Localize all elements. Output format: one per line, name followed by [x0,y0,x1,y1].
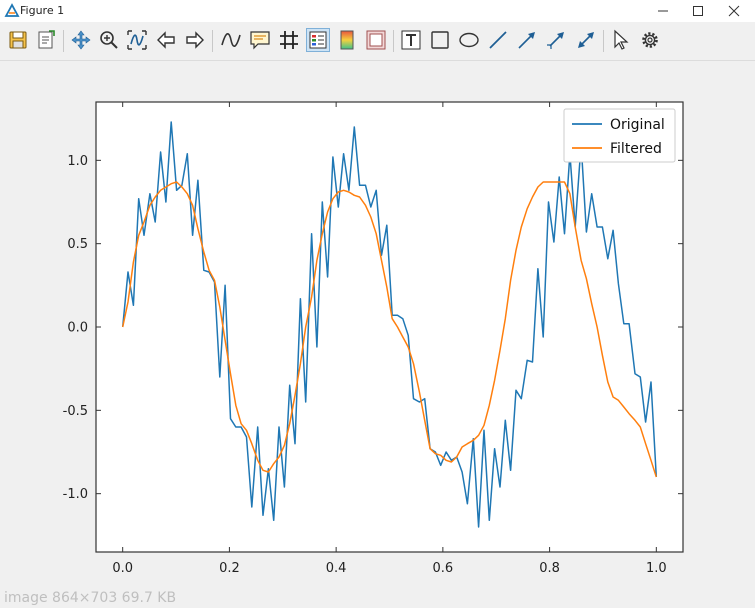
curve-style-icon [221,33,241,47]
arrow-tail-button[interactable] [544,28,568,52]
colormap-icon [340,30,354,50]
y-tick-label: -1.0 [63,487,88,502]
rectangle-button[interactable] [428,28,452,52]
line-chart[interactable]: 0.0 0.2 0.4 0.6 0.8 1.0 -1.0 -0.5 0.0 0.5 1.0 Origi… [0,61,755,608]
legend-label: Original [610,117,665,133]
x-tick-label: 0.6 [433,561,454,576]
x-tick-label: 0.8 [539,561,560,576]
y-tick-label: 1.0 [67,154,88,169]
text-icon [401,30,421,50]
x-tick-label: 1.0 [646,561,667,576]
arrow-icon [518,32,535,49]
settings-icon [642,32,658,48]
zoom-button[interactable] [97,28,121,52]
select-icon [614,29,629,50]
autoscale-icon [127,30,147,50]
arrow-tail-icon [547,32,564,49]
minimize-button[interactable] [646,0,680,22]
forward-icon [186,31,204,49]
line-button[interactable] [486,28,510,52]
pan-button[interactable] [69,28,93,52]
back-button[interactable] [154,28,178,52]
minimize-icon [658,10,668,12]
grid-button[interactable] [277,28,301,52]
maximize-button[interactable] [681,0,715,22]
close-icon [728,5,740,17]
toolbar [0,22,755,61]
double-arrow-icon [578,32,594,48]
frame-button[interactable] [364,28,388,52]
x-tick-label: 0.2 [219,561,240,576]
toolbar-separator [63,30,64,52]
zoom-icon [100,31,118,49]
save-button[interactable] [6,28,30,52]
toolbar-separator [603,30,604,52]
settings-button[interactable] [638,28,662,52]
export-button[interactable] [34,28,58,52]
y-tick-label: 0.5 [67,237,88,252]
export-icon [38,30,55,49]
annotate-icon [250,31,270,50]
save-icon [9,31,27,49]
pan-icon [71,30,91,50]
window-title: Figure 1 [20,4,65,17]
matplotlib-icon [4,3,20,17]
y-tick-label: -0.5 [63,404,88,419]
status-text: image 864×703 69.7 KB [4,590,177,606]
ellipse-icon [459,32,479,48]
title-bar: Figure 1 [0,0,755,22]
close-button[interactable] [717,0,751,22]
back-icon [157,31,175,49]
frame-icon [366,30,386,50]
legend-button[interactable] [306,28,330,52]
autoscale-button[interactable] [125,28,149,52]
arrow-button[interactable] [515,28,539,52]
toolbar-separator [393,30,394,52]
grid-icon [280,31,298,49]
select-button[interactable] [609,28,633,52]
ellipse-button[interactable] [457,28,481,52]
curve-style-button[interactable] [219,28,243,52]
line-icon [489,31,507,49]
rectangle-icon [431,31,449,49]
figure-canvas[interactable]: 0.0 0.2 0.4 0.6 0.8 1.0 -1.0 -0.5 0.0 0.5 1.0 Origi… [0,61,755,608]
text-button[interactable] [399,28,423,52]
x-tick-label: 0.0 [112,561,133,576]
x-tick-label: 0.4 [326,561,347,576]
double-arrow-button[interactable] [574,28,598,52]
forward-button[interactable] [183,28,207,52]
legend-label: Filtered [610,141,662,157]
y-tick-label: 0.0 [67,321,88,336]
maximize-icon [693,6,703,16]
colormap-button[interactable] [335,28,359,52]
legend-icon [309,31,327,49]
toolbar-separator [212,30,213,52]
annotate-button[interactable] [248,28,272,52]
